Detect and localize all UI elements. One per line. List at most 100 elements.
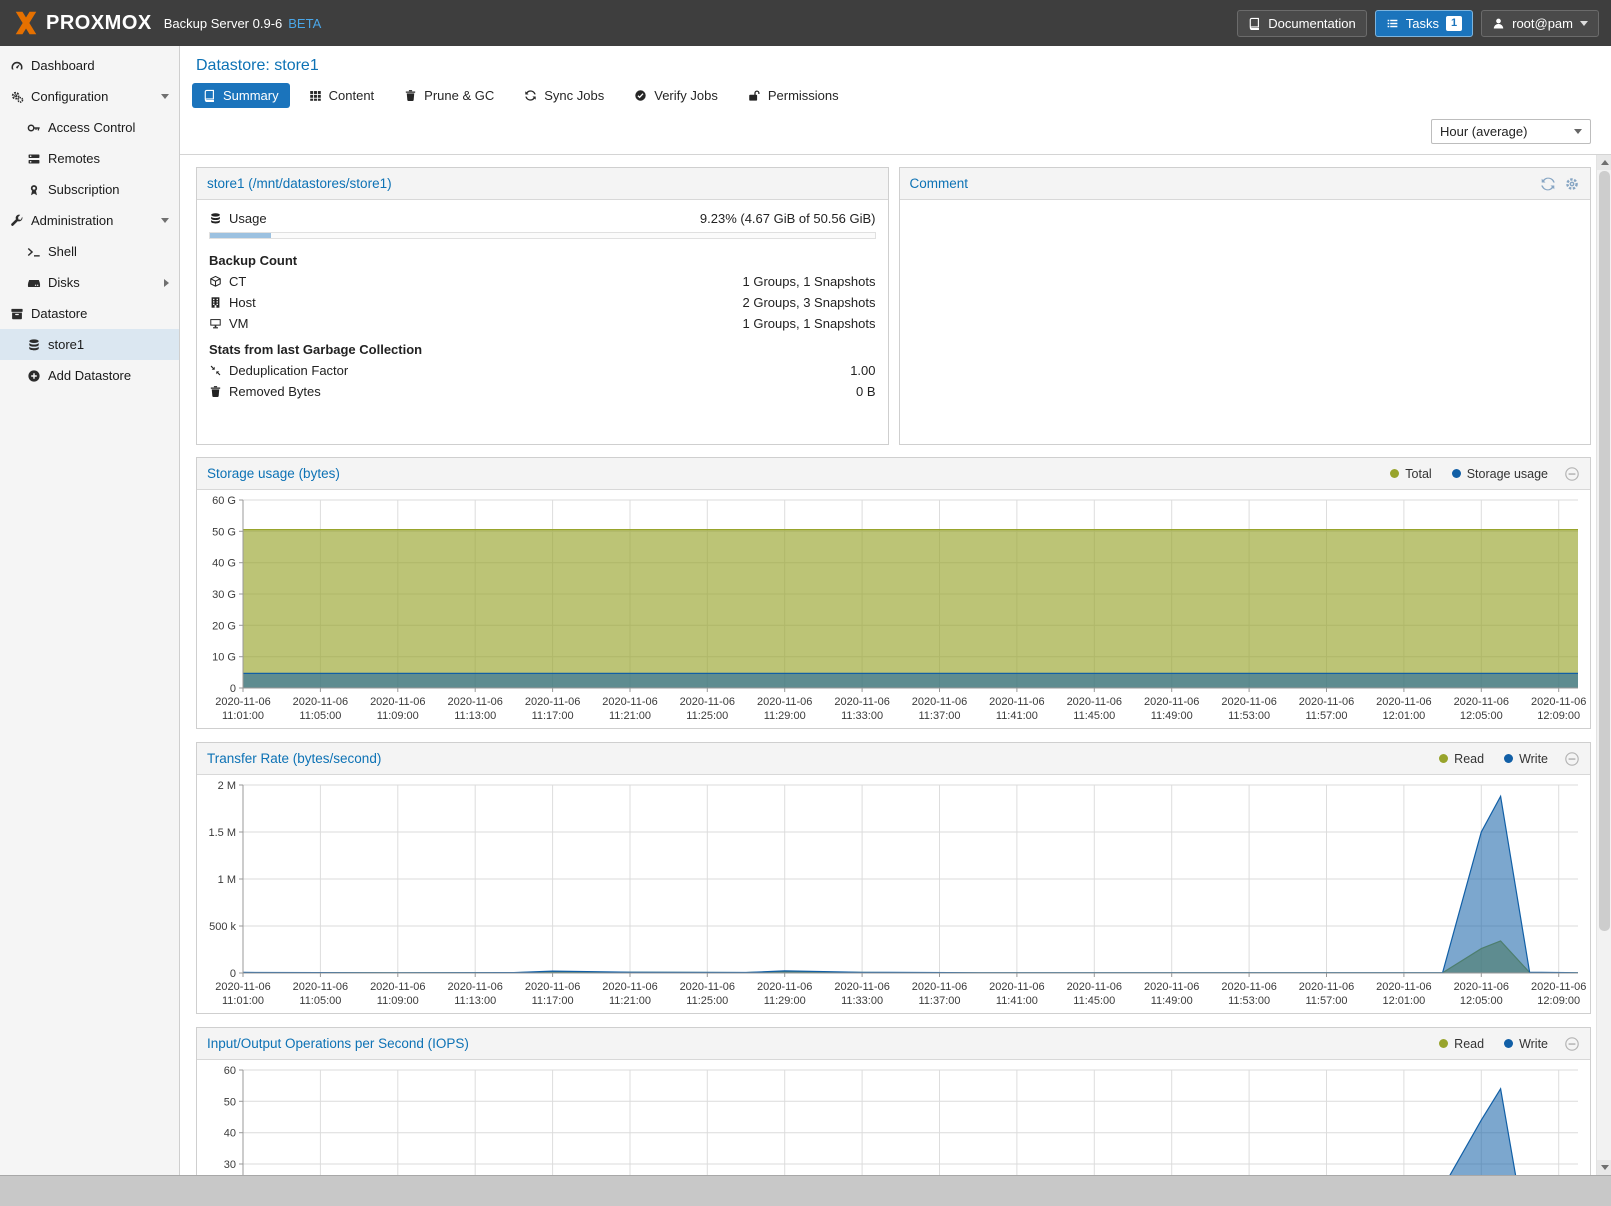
svg-text:2020-11-06: 2020-11-06 <box>1531 696 1586 708</box>
vertical-scrollbar[interactable] <box>1596 155 1611 1175</box>
sidebar-item-administration[interactable]: Administration <box>0 205 179 236</box>
svg-text:2020-11-06: 2020-11-06 <box>834 981 889 993</box>
sidebar-item-add-datastore[interactable]: Add Datastore <box>0 360 179 391</box>
expand-icon[interactable] <box>164 279 169 287</box>
scrollbar-up-button[interactable] <box>1597 155 1611 170</box>
scroll-up-icon <box>1601 160 1609 165</box>
svg-text:50 G: 50 G <box>212 526 236 538</box>
chart-toolbar: Hour (average) <box>180 116 1611 155</box>
tab-label: Sync Jobs <box>544 88 604 103</box>
svg-text:2020-11-06: 2020-11-06 <box>370 696 425 708</box>
dedup-factor-row: Deduplication Factor 1.00 <box>205 360 880 381</box>
legend: Read Write <box>1439 752 1548 766</box>
user-menu-button[interactable]: root@pam <box>1481 10 1599 37</box>
tasks-button[interactable]: Tasks 1 <box>1375 10 1473 37</box>
time-range-select[interactable]: Hour (average) <box>1431 119 1591 144</box>
database-icon <box>209 212 222 225</box>
svg-text:11:49:00: 11:49:00 <box>1151 995 1193 1007</box>
tab-verify-jobs[interactable]: Verify Jobs <box>623 83 729 108</box>
unlock-icon <box>748 89 761 102</box>
beta-link[interactable]: BETA <box>288 16 321 31</box>
svg-text:2020-11-06: 2020-11-06 <box>293 981 348 993</box>
backup-count-title: Backup Count <box>205 245 880 271</box>
tab-summary[interactable]: Summary <box>192 83 290 108</box>
collapse-chart-icon[interactable] <box>1564 466 1580 482</box>
sidebar-item-label: store1 <box>48 337 84 352</box>
sidebar-item-shell[interactable]: Shell <box>0 236 179 267</box>
svg-text:11:01:00: 11:01:00 <box>222 995 264 1007</box>
iops-chart: 01020304050602020-11-0611:01:002020-11-0… <box>197 1060 1590 1175</box>
legend-label: Write <box>1519 1037 1548 1051</box>
sidebar-item-dashboard[interactable]: Dashboard <box>0 50 179 81</box>
legend-dot <box>1439 1039 1448 1048</box>
tab-sync-jobs[interactable]: Sync Jobs <box>513 83 615 108</box>
database-icon <box>27 338 41 352</box>
chevron-down-icon <box>1574 129 1582 134</box>
gc-stats-title: Stats from last Garbage Collection <box>205 334 880 360</box>
sidebar-item-configuration[interactable]: Configuration <box>0 81 179 112</box>
scrollbar-thumb[interactable] <box>1599 171 1610 931</box>
svg-text:11:37:00: 11:37:00 <box>918 995 960 1007</box>
documentation-button[interactable]: Documentation <box>1237 10 1366 37</box>
dedup-label: Deduplication Factor <box>229 362 348 379</box>
sidebar-item-datastore[interactable]: Datastore <box>0 298 179 329</box>
collapse-icon[interactable] <box>161 218 169 223</box>
sidebar-item-remotes[interactable]: Remotes <box>0 143 179 174</box>
svg-text:11:09:00: 11:09:00 <box>377 710 419 722</box>
svg-text:40 G: 40 G <box>212 558 236 570</box>
wrench-icon <box>10 214 24 228</box>
terminal-icon <box>27 245 41 259</box>
svg-text:12:01:00: 12:01:00 <box>1382 710 1425 722</box>
sidebar-item-label: Remotes <box>48 151 100 166</box>
tab-label: Content <box>329 88 375 103</box>
vm-value: 1 Groups, 1 Snapshots <box>743 315 876 332</box>
scrollbar-down-button[interactable] <box>1597 1160 1611 1175</box>
compress-icon <box>209 364 222 377</box>
svg-text:11:49:00: 11:49:00 <box>1151 710 1193 722</box>
svg-text:12:09:00: 12:09:00 <box>1537 710 1580 722</box>
gear-icon[interactable] <box>1564 176 1580 192</box>
svg-text:500 k: 500 k <box>209 921 236 933</box>
tab-prune-gc[interactable]: Prune & GC <box>393 83 505 108</box>
svg-text:2020-11-06: 2020-11-06 <box>1376 981 1431 993</box>
legend-item-read: Read <box>1439 1037 1484 1051</box>
collapse-chart-icon[interactable] <box>1564 751 1580 767</box>
tab-content[interactable]: Content <box>298 83 386 108</box>
refresh-icon[interactable] <box>1540 176 1556 192</box>
svg-text:12:05:00: 12:05:00 <box>1460 995 1503 1007</box>
legend-label: Read <box>1454 752 1484 766</box>
legend-dot <box>1390 469 1399 478</box>
sidebar-item-label: Configuration <box>31 89 108 104</box>
content-area: Datastore: store1 Summary Content Prune … <box>180 46 1611 1175</box>
comment-panel: Comment <box>899 167 1592 445</box>
sidebar-item-access-control[interactable]: Access Control <box>0 112 179 143</box>
sidebar-item-disks[interactable]: Disks <box>0 267 179 298</box>
sidebar-item-subscription[interactable]: Subscription <box>0 174 179 205</box>
tab-label: Summary <box>223 88 279 103</box>
tab-bar: Summary Content Prune & GC Sync Jobs <box>180 77 1611 116</box>
user-icon <box>1492 17 1505 30</box>
svg-text:11:21:00: 11:21:00 <box>609 995 651 1007</box>
ribbon-icon <box>27 183 41 197</box>
sidebar-item-label: Disks <box>48 275 80 290</box>
legend: Total Storage usage <box>1390 467 1548 481</box>
collapse-icon[interactable] <box>161 94 169 99</box>
dashboard-icon <box>10 59 24 73</box>
scroll-area: store1 (/mnt/datastores/store1) Usage 9.… <box>180 155 1611 1175</box>
host-count-row: Host 2 Groups, 3 Snapshots <box>205 292 880 313</box>
comment-body[interactable] <box>900 200 1591 444</box>
svg-text:2020-11-06: 2020-11-06 <box>602 696 657 708</box>
tab-permissions[interactable]: Permissions <box>737 83 850 108</box>
transfer-rate-chart: 0500 k1 M1.5 M2 M2020-11-0611:01:002020-… <box>197 775 1590 1013</box>
svg-text:2020-11-06: 2020-11-06 <box>1067 696 1122 708</box>
legend-label: Read <box>1454 1037 1484 1051</box>
legend-label: Storage usage <box>1467 467 1548 481</box>
svg-text:11:01:00: 11:01:00 <box>222 710 264 722</box>
hdd-icon <box>27 276 41 290</box>
legend-label: Write <box>1519 752 1548 766</box>
host-value: 2 Groups, 3 Snapshots <box>743 294 876 311</box>
collapse-chart-icon[interactable] <box>1564 1036 1580 1052</box>
sidebar-item-store1[interactable]: store1 <box>0 329 179 360</box>
sidebar-item-label: Administration <box>31 213 113 228</box>
svg-text:2020-11-06: 2020-11-06 <box>912 696 967 708</box>
